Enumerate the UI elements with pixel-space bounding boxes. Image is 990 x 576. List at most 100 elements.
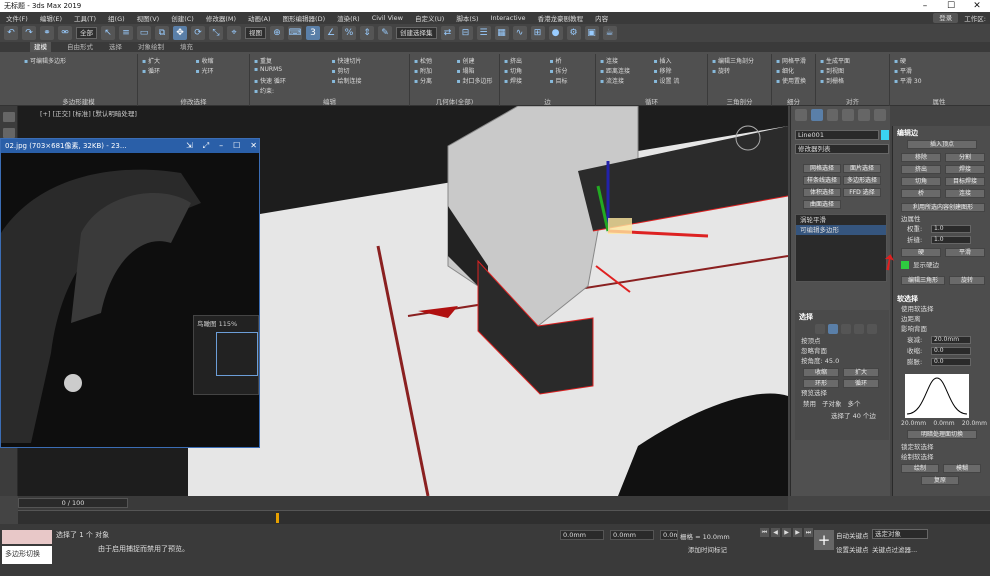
- menu-graph-editors[interactable]: 图形编辑器(D): [283, 13, 326, 23]
- play-icon[interactable]: ▶: [782, 528, 791, 537]
- navigator-frame[interactable]: [216, 332, 258, 376]
- hard-button[interactable]: 硬: [901, 248, 941, 257]
- angle-snap-icon[interactable]: ∠: [324, 26, 338, 40]
- close-icon[interactable]: ✕: [964, 0, 990, 12]
- smooth-item[interactable]: 平滑: [894, 66, 984, 75]
- patch-select-button[interactable]: 面片选择: [843, 164, 881, 173]
- motion-icon[interactable]: [842, 109, 855, 121]
- gizmo-plane[interactable]: [608, 218, 632, 234]
- viewport-label[interactable]: [+] [正交] [标准] [默认明暗处理]: [40, 108, 137, 118]
- image-viewer-window[interactable]: 02.jpg (703×681像素, 32KB) - 23... ⇲ ⤢ – ☐ ✕ 鸟…: [0, 138, 260, 448]
- selection-header[interactable]: 选择: [795, 310, 889, 324]
- chamfer-button[interactable]: 切角: [901, 177, 941, 186]
- tab-freeform[interactable]: 自由形式: [67, 42, 93, 52]
- grow-button[interactable]: 扩大: [843, 368, 879, 377]
- bridge-item[interactable]: 桥: [550, 56, 592, 65]
- navigator-panel[interactable]: 鸟瞰图 115%: [193, 315, 259, 395]
- lock-soft-selection-checkbox[interactable]: 锁定软选择: [893, 442, 934, 452]
- spinner-snap-icon[interactable]: ⇕: [360, 26, 374, 40]
- menu-group[interactable]: 组(G): [108, 13, 125, 23]
- create-tab-icon[interactable]: [2, 112, 15, 122]
- preview-off-radio[interactable]: 禁用: [803, 398, 816, 408]
- by-angle-label[interactable]: 按角度: 45.0: [795, 356, 889, 366]
- insert-vertex-button[interactable]: 插入顶点: [907, 140, 977, 149]
- menu-animation[interactable]: 动画(A): [248, 13, 271, 23]
- weight-field[interactable]: 1.0: [931, 225, 971, 233]
- split-item[interactable]: 拆分: [550, 66, 592, 75]
- split-button[interactable]: 分割: [945, 153, 985, 162]
- shrink-item[interactable]: 收缩: [196, 56, 246, 65]
- swift-loop-item[interactable]: 快速 循环: [254, 76, 328, 85]
- keyboard-shortcut-icon[interactable]: ⌨: [288, 26, 302, 40]
- target-weld-button[interactable]: 目标焊接: [945, 177, 985, 186]
- minimize-icon[interactable]: –: [912, 0, 938, 12]
- align-icon[interactable]: ⊟: [458, 26, 473, 40]
- rotate-icon[interactable]: ⟳: [191, 26, 205, 40]
- preview-subobj-radio[interactable]: 子对象: [822, 398, 842, 408]
- paint-button[interactable]: 绘制: [901, 464, 939, 473]
- hierarchy-icon[interactable]: [826, 109, 839, 121]
- turn-item[interactable]: 旋转: [712, 66, 767, 75]
- menu-scripting[interactable]: 脚本(S): [456, 13, 478, 23]
- redo-icon[interactable]: ↷: [22, 26, 36, 40]
- scale-icon[interactable]: ⤡: [209, 26, 223, 40]
- schematic-icon[interactable]: ⊞: [530, 26, 545, 40]
- fullscreen-icon[interactable]: ⤢: [203, 139, 209, 153]
- by-vertex-checkbox[interactable]: 按顶点: [795, 336, 889, 346]
- layer-icon[interactable]: ☰: [476, 26, 491, 40]
- edit-tri-button[interactable]: 编辑三角形: [901, 276, 945, 285]
- cap-poly-item[interactable]: 封口多边形: [457, 76, 496, 85]
- crease-field[interactable]: 1.0: [931, 236, 971, 244]
- edge-mode-icon[interactable]: [828, 324, 838, 334]
- maxscript-listener[interactable]: [2, 530, 52, 544]
- selection-filter-dropdown[interactable]: 全部: [76, 27, 97, 39]
- meshsmooth-item[interactable]: 网格平滑: [776, 56, 811, 65]
- curve-editor-icon[interactable]: ∿: [512, 26, 527, 40]
- maximize-icon[interactable]: ☐: [233, 139, 240, 153]
- key-filters-button[interactable]: 关键点过滤器...: [872, 544, 917, 554]
- extrude-item[interactable]: 挤出: [504, 56, 546, 65]
- snap-3d-icon[interactable]: 3: [306, 26, 320, 40]
- blur-button[interactable]: 模糊: [943, 464, 981, 473]
- display-hard-checkbox[interactable]: 显示硬边: [905, 260, 939, 270]
- set-flow-item[interactable]: 设置 流: [654, 76, 704, 85]
- detach-item[interactable]: 分离: [414, 76, 453, 85]
- tab-modeling[interactable]: 建模: [30, 42, 51, 52]
- stack-item-editable-poly[interactable]: 可编辑多边形: [796, 225, 886, 235]
- vertex-mode-icon[interactable]: [815, 324, 825, 334]
- spline-select-button[interactable]: 样条线选择: [803, 176, 841, 185]
- mesh-select-button[interactable]: 网格选择: [803, 164, 841, 173]
- menu-interactive[interactable]: Interactive: [491, 14, 526, 22]
- pivot-icon[interactable]: ⊕: [270, 26, 284, 40]
- percent-snap-icon[interactable]: %: [342, 26, 356, 40]
- pin-icon[interactable]: ⇲: [186, 139, 193, 153]
- render-frame-icon[interactable]: ▣: [584, 26, 599, 40]
- rect-select-icon[interactable]: ▭: [137, 26, 151, 40]
- place-icon[interactable]: ⌖: [227, 26, 241, 40]
- weld-item[interactable]: 焊接: [504, 76, 546, 85]
- next-frame-icon[interactable]: ▶: [793, 528, 802, 537]
- revert-button[interactable]: 复原: [921, 476, 959, 485]
- element-mode-icon[interactable]: [867, 324, 877, 334]
- edit-named-sel-icon[interactable]: ✎: [378, 26, 392, 40]
- hard-item[interactable]: 硬: [894, 56, 984, 65]
- menu-create[interactable]: 创建(C): [171, 13, 194, 23]
- render-icon[interactable]: ☕: [602, 26, 617, 40]
- tessellate-item[interactable]: 细化: [776, 66, 811, 75]
- menu-modifiers[interactable]: 修改器(M): [206, 13, 236, 23]
- hierarchy-tab-icon[interactable]: [2, 128, 15, 138]
- make-planar-item[interactable]: 生成平面: [820, 56, 885, 65]
- modify-icon[interactable]: [810, 109, 823, 121]
- material-editor-icon[interactable]: ●: [548, 26, 563, 40]
- add-time-tag[interactable]: 添加时间标记: [688, 544, 727, 554]
- y-coordinate-field[interactable]: 0.0mm: [610, 530, 654, 540]
- close-icon[interactable]: ✕: [250, 139, 257, 153]
- paint-connect-item[interactable]: 绘制连接: [332, 76, 406, 85]
- collapse-item[interactable]: 塌陷: [457, 66, 496, 75]
- tab-selection[interactable]: 选择: [109, 42, 122, 52]
- menu-edit[interactable]: 编辑(E): [40, 13, 62, 23]
- flow-connect-item[interactable]: 流连接: [600, 76, 650, 85]
- weld-button[interactable]: 焊接: [945, 165, 985, 174]
- vol-select-button[interactable]: 体积选择: [803, 188, 841, 197]
- login-button[interactable]: 登录: [933, 13, 959, 23]
